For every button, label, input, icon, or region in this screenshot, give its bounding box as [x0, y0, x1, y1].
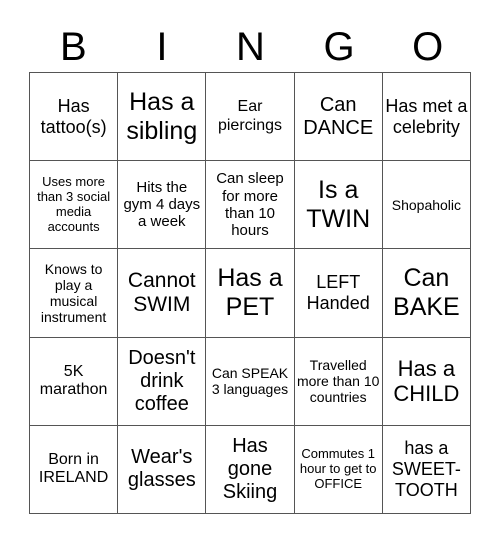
- header-letter-o: O: [412, 25, 444, 69]
- bingo-cell[interactable]: Cannot SWIM: [118, 249, 207, 338]
- bingo-cell[interactable]: Can BAKE: [382, 249, 471, 338]
- bingo-header: B I N G O: [29, 22, 472, 72]
- bingo-cell[interactable]: Shopaholic: [382, 161, 471, 250]
- header-letter-i: I: [156, 25, 168, 69]
- bingo-cell[interactable]: Knows to play a musical instrument: [30, 249, 119, 338]
- header-letter-g: G: [323, 25, 355, 69]
- bingo-cell[interactable]: Is a TWIN: [294, 161, 383, 250]
- bingo-cell[interactable]: Has a sibling: [118, 73, 207, 162]
- bingo-cell[interactable]: Has met a celebrity: [382, 73, 471, 162]
- header-letter-n: N: [236, 25, 265, 69]
- bingo-cell[interactable]: Hits the gym 4 days a week: [118, 161, 207, 250]
- bingo-card-grid: Has tattoo(s) Has a sibling Ear piercing…: [29, 72, 471, 514]
- bingo-cell[interactable]: Has tattoo(s): [30, 73, 119, 162]
- bingo-cell[interactable]: has a SWEET-TOOTH: [382, 425, 471, 514]
- bingo-cell[interactable]: Travelled more than 10 countries: [294, 337, 383, 426]
- bingo-cell[interactable]: Can sleep for more than 10 hours: [206, 161, 295, 250]
- bingo-cell[interactable]: Commutes 1 hour to get to OFFICE: [294, 425, 383, 514]
- bingo-cell[interactable]: Can DANCE: [294, 73, 383, 162]
- bingo-cell[interactable]: Has gone Skiing: [206, 425, 295, 514]
- header-letter-b: B: [59, 25, 87, 69]
- bingo-cell[interactable]: Has a PET: [206, 249, 295, 338]
- bingo-cell[interactable]: Wear's glasses: [118, 425, 207, 514]
- bingo-cell[interactable]: Can SPEAK 3 languages: [206, 337, 295, 426]
- bingo-cell[interactable]: Has a CHILD: [382, 337, 471, 426]
- bingo-cell[interactable]: Born in IRELAND: [30, 425, 119, 514]
- bingo-cell[interactable]: Doesn't drink coffee: [118, 337, 207, 426]
- bingo-cell[interactable]: 5K marathon: [30, 337, 119, 426]
- bingo-cell[interactable]: LEFT Handed: [294, 249, 383, 338]
- bingo-cell[interactable]: Uses more than 3 social media accounts: [30, 161, 119, 250]
- bingo-cell[interactable]: Ear piercings: [206, 73, 295, 162]
